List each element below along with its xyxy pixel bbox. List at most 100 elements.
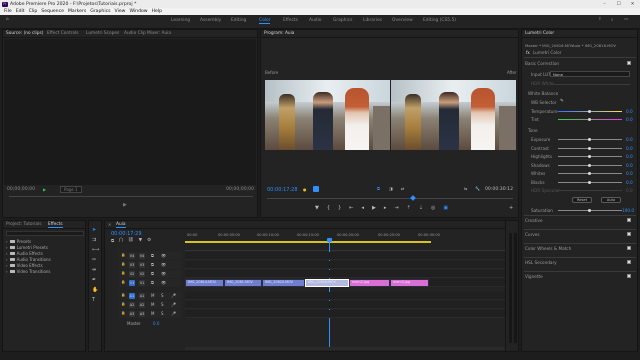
eye-icon[interactable]: 👁 [161, 253, 166, 258]
quick-export-icon[interactable]: ⇪ [598, 17, 602, 22]
maximize-button[interactable]: ☐ [612, 0, 625, 8]
extract-icon[interactable]: ⇣ [419, 205, 423, 211]
workspace-graphics[interactable]: Graphics [333, 18, 352, 23]
tone-value-2[interactable]: 0.0 [626, 154, 633, 159]
tab-audio-clip-mixer[interactable]: Audio Clip Mixer: Auia [124, 31, 171, 36]
lock-icon[interactable]: 🔒 [121, 280, 125, 284]
menu-file[interactable]: File [4, 9, 12, 14]
swap-icon[interactable]: ⇄ [401, 186, 404, 191]
timeline-clip[interactable]: mem2.jpg [349, 279, 390, 287]
fx-icon[interactable]: fx [526, 50, 530, 55]
track-lane[interactable] [185, 252, 511, 260]
tab-sequence[interactable]: Auia [116, 222, 126, 228]
effects-search-input[interactable] [6, 231, 84, 236]
video-track-header[interactable]: 🔒 V2 V2 ⧉ 👁 [119, 270, 181, 278]
mute-button[interactable]: M [151, 302, 154, 307]
tone-knob-2[interactable] [588, 155, 591, 158]
track-target[interactable]: V2 [139, 271, 145, 277]
white-balance-label[interactable]: White Balance [528, 91, 558, 96]
menu-sequence[interactable]: Sequence [41, 9, 64, 14]
slip-tool-icon[interactable]: ⇹ [92, 267, 99, 273]
temperature-knob[interactable] [588, 110, 591, 113]
track-source-patch[interactable]: A1 [129, 293, 135, 299]
menu-edit[interactable]: Edit [16, 9, 25, 14]
section-basic-correction[interactable]: Basic Correction [525, 61, 559, 66]
compare-view-toggle[interactable] [313, 186, 319, 192]
tone-value-0[interactable]: 0.0 [626, 137, 633, 142]
step-forward-icon[interactable]: ▸ [384, 205, 387, 211]
tab-effect-controls[interactable]: Effect Controls [47, 31, 79, 36]
tab-lumetri-scopes[interactable]: Lumetri Scopes [86, 31, 119, 36]
menu-help[interactable]: Help [152, 9, 162, 14]
reset-button[interactable]: Reset [572, 197, 592, 203]
add-button-icon[interactable]: + [509, 205, 513, 211]
section-curves[interactable]: Curves [525, 232, 540, 237]
program-scrub-bar[interactable] [267, 198, 513, 199]
tone-value-6[interactable]: 0.0 [626, 188, 633, 193]
mark-out-icon[interactable]: } [338, 205, 341, 211]
program-playhead[interactable] [410, 195, 416, 201]
side-by-side-icon[interactable]: ⧉ [377, 186, 380, 191]
lock-icon[interactable]: 🔒 [121, 262, 125, 266]
program-timecode[interactable]: 00:00:17:28 [267, 187, 298, 193]
audio-track-header[interactable]: 🔒 A1 A1 M S 🎤 [119, 292, 181, 300]
mark-in-icon[interactable]: { [327, 205, 330, 211]
track-lane[interactable] [185, 310, 511, 318]
add-marker-icon[interactable]: ▼ [315, 205, 319, 211]
menu-clip[interactable]: Clip [29, 9, 38, 14]
split-view-icon[interactable]: ◨ [389, 186, 393, 191]
export-frame-icon[interactable]: ◎ [431, 205, 435, 211]
mute-button[interactable]: M [151, 293, 154, 298]
workspace-audio[interactable]: Audio [309, 18, 321, 23]
timeline-settings-icon[interactable]: ⚙ [147, 238, 151, 244]
breadcrumb-sequence[interactable]: Auia * IMG_20816.MOV [572, 43, 616, 48]
chevron-right-icon[interactable]: › [6, 257, 8, 262]
section-creative[interactable]: Creative [525, 218, 543, 223]
tone-knob-1[interactable] [588, 146, 591, 150]
menu-view[interactable]: View [115, 9, 126, 14]
razor-tool-icon[interactable]: ✂ [92, 257, 99, 263]
workspace-assembly[interactable]: Assembly [200, 18, 221, 23]
tint-knob[interactable] [588, 118, 591, 121]
lift-icon[interactable]: ⇡ [407, 205, 411, 211]
chevron-right-icon[interactable]: › [6, 269, 8, 274]
play-icon[interactable]: ▶ [43, 187, 46, 192]
solo-button[interactable]: S [161, 302, 164, 307]
timeline-clip[interactable]: IMG_2061.MOV [224, 279, 262, 287]
microphone-icon[interactable]: 🎤 [171, 302, 176, 307]
workspace-effects[interactable]: Effects [283, 18, 298, 23]
timeline-clip[interactable]: IMG_20620.MOV [262, 279, 305, 287]
eye-icon[interactable]: 👁 [161, 262, 166, 267]
timeline-clip[interactable]: IMG_20614.MOV [185, 279, 224, 287]
tone-value-5[interactable]: 0.0 [626, 180, 633, 185]
notifications-icon[interactable]: ▭ [624, 17, 628, 22]
time-ruler[interactable]: 00:00 00:00:05:00 00:00:10:00 00:00:15:0… [185, 233, 513, 245]
track-source-patch[interactable]: V2 [129, 271, 135, 277]
tab-lumetri-color[interactable]: Lumetri Color [525, 31, 554, 36]
minimize-button[interactable]: – [598, 0, 611, 8]
tone-slider-6[interactable] [558, 190, 622, 191]
track-source-patch[interactable]: V1 [129, 280, 135, 286]
track-select-tool-icon[interactable]: ⇉ [92, 237, 99, 243]
type-tool-icon[interactable]: T [92, 297, 99, 303]
close-tab-icon[interactable]: ✕ [108, 222, 111, 227]
search-icon[interactable]: ⌕ [611, 17, 613, 23]
tab-source[interactable]: Source: (no clips) [6, 31, 43, 36]
lock-icon[interactable]: 🔒 [121, 311, 125, 315]
section-hsl-secondary[interactable]: HSL Secondary [525, 260, 557, 265]
track-lane[interactable] [185, 261, 511, 269]
playhead-handle[interactable] [327, 238, 332, 242]
video-track-header[interactable]: 🔒 V1 V1 ⧉ 👁 [119, 279, 181, 287]
home-icon[interactable]: ⌂ [6, 17, 9, 22]
track-source-patch[interactable]: V3 [129, 262, 135, 268]
chevron-right-icon[interactable]: › [6, 251, 8, 256]
track-target[interactable]: V4 [139, 253, 145, 259]
audio-track-header[interactable]: 🔒 A2 A2 M S 🎤 [119, 301, 181, 309]
workspace-overview[interactable]: Overview [392, 18, 413, 23]
track-lane[interactable] [185, 301, 511, 309]
eye-icon[interactable]: 👁 [161, 280, 166, 285]
timeline-horizontal-scrollbar[interactable] [185, 347, 505, 350]
menu-window[interactable]: Window [129, 9, 147, 14]
sync-lock-icon[interactable]: ⧉ [151, 280, 154, 285]
track-target[interactable]: A1 [139, 293, 145, 299]
